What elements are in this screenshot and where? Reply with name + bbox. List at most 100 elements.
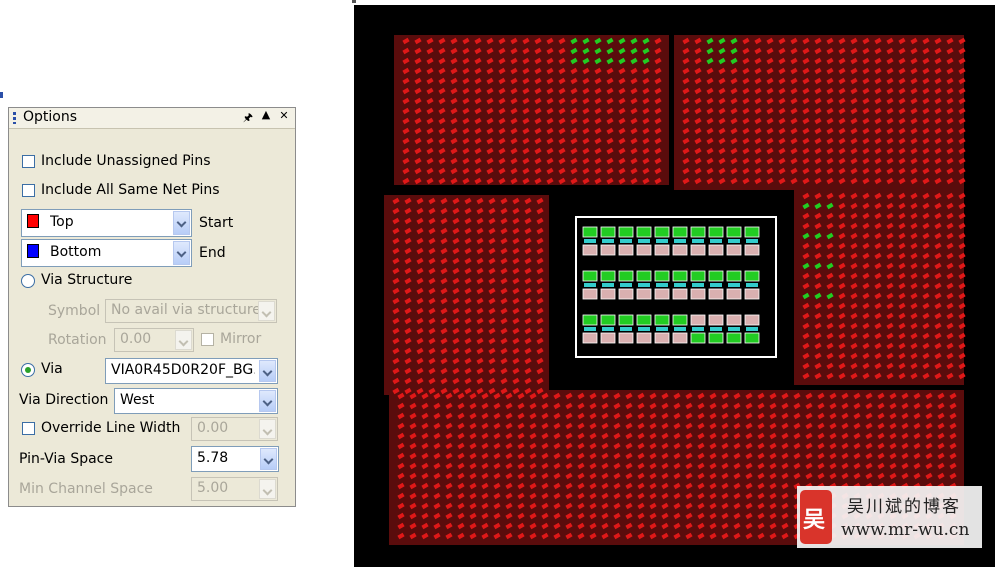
include-unassigned-pins-checkbox[interactable] [22, 155, 35, 168]
chevron-down-icon[interactable] [259, 390, 276, 412]
via-trace [584, 283, 596, 287]
via-direction-value: West [120, 392, 155, 408]
rotation-value: 0.00 [120, 331, 152, 347]
pcb-drawing [384, 35, 966, 545]
pin-via-space-label: Pin-Via Space [19, 451, 113, 467]
component-pad [690, 270, 706, 282]
via-structure-label: Via Structure [41, 272, 133, 288]
via-trace [620, 283, 632, 287]
component-pad [600, 244, 616, 256]
via-trace [656, 283, 668, 287]
via-structure-radio[interactable] [21, 274, 35, 288]
override-line-width-value: 0.00 [197, 420, 229, 436]
component-pad [672, 270, 688, 282]
via-trace [656, 327, 668, 331]
via-trace [674, 327, 686, 331]
end-layer-value: Bottom [50, 244, 102, 260]
via-trace [602, 283, 614, 287]
component-pad [744, 226, 760, 238]
via-trace [656, 239, 668, 243]
top-layer-color-swatch [27, 214, 39, 228]
component-pad [654, 288, 670, 300]
rotation-label: Rotation [48, 332, 107, 348]
component-pad [690, 244, 706, 256]
chevron-down-icon[interactable] [259, 360, 276, 382]
start-layer-select[interactable]: Top [21, 209, 192, 237]
chevron-down-icon[interactable] [259, 479, 276, 499]
via-trace [728, 283, 740, 287]
component-pad [618, 288, 634, 300]
radio-selected-dot [25, 367, 31, 373]
component-pad [744, 270, 760, 282]
via-trace [584, 239, 596, 243]
component-pad [582, 288, 598, 300]
collapse-icon[interactable]: ▲ [259, 108, 273, 121]
panel-title: Options [23, 109, 78, 125]
component-pad [708, 288, 724, 300]
pin-icon[interactable]: 🖈 [241, 109, 255, 128]
drag-grip-icon[interactable] [13, 112, 16, 124]
pcb-layout-canvas[interactable] [352, 3, 997, 569]
component-pad [618, 332, 634, 344]
component-pad [582, 332, 598, 344]
pin-via-space-select[interactable]: 5.78 [191, 446, 279, 472]
pad-field-region [394, 35, 669, 185]
via-trace [620, 327, 632, 331]
via-radio[interactable] [21, 363, 35, 377]
blog-url: www.mr-wu.cn [841, 520, 970, 540]
component-pad [636, 244, 652, 256]
via-direction-select[interactable]: West [114, 388, 278, 414]
mirror-label: Mirror [220, 331, 262, 347]
stray-mark [0, 92, 3, 98]
component-pad [690, 288, 706, 300]
component-pad [708, 226, 724, 238]
component-pad [726, 226, 742, 238]
override-line-width-checkbox[interactable] [22, 422, 35, 435]
include-all-same-net-pins-checkbox[interactable] [22, 184, 35, 197]
end-layer-select[interactable]: Bottom [21, 239, 192, 267]
component-pad [636, 332, 652, 344]
symbol-label: Symbol [48, 303, 101, 319]
chevron-down-icon[interactable] [173, 211, 190, 235]
min-channel-space-select[interactable]: 5.00 [191, 477, 278, 501]
component-pad [690, 226, 706, 238]
chevron-down-icon[interactable] [175, 330, 192, 350]
via-trace [692, 283, 704, 287]
symbol-select[interactable]: No avail via structure [105, 299, 277, 323]
component-pad [744, 288, 760, 300]
pad-field-region [384, 195, 549, 395]
via-direction-label: Via Direction [19, 392, 109, 408]
symbol-value: No avail via structure [111, 302, 261, 318]
override-line-width-select[interactable]: 0.00 [191, 417, 278, 441]
chevron-down-icon[interactable] [173, 241, 190, 265]
component-pad [636, 270, 652, 282]
component-pad [726, 244, 742, 256]
mirror-checkbox[interactable] [201, 333, 214, 346]
component-pad [582, 226, 598, 238]
chevron-down-icon[interactable] [260, 448, 277, 470]
include-all-same-net-pins-label: Include All Same Net Pins [41, 182, 220, 198]
component-pad [618, 226, 634, 238]
via-trace [692, 327, 704, 331]
via-label: Via [41, 361, 63, 377]
component-pad [672, 288, 688, 300]
blog-name: 吴川斌的博客 [847, 497, 961, 517]
component-pad [672, 314, 688, 326]
component-pad [582, 270, 598, 282]
via-select[interactable]: VIA0R45D0R20F_BG. [105, 358, 278, 384]
chevron-down-icon[interactable] [258, 301, 275, 321]
component-pad [654, 244, 670, 256]
component-pad [672, 332, 688, 344]
end-label: End [199, 245, 226, 261]
via-trace [638, 239, 650, 243]
component-pad [672, 244, 688, 256]
chevron-down-icon[interactable] [259, 419, 276, 439]
component-pad [636, 314, 652, 326]
component-pad [636, 288, 652, 300]
rotation-select[interactable]: 0.00 [114, 328, 194, 352]
via-trace [584, 327, 596, 331]
close-icon[interactable]: ✕ [277, 109, 291, 122]
component-pad [600, 314, 616, 326]
min-channel-space-label: Min Channel Space [19, 481, 153, 497]
include-unassigned-pins-label: Include Unassigned Pins [41, 153, 211, 169]
